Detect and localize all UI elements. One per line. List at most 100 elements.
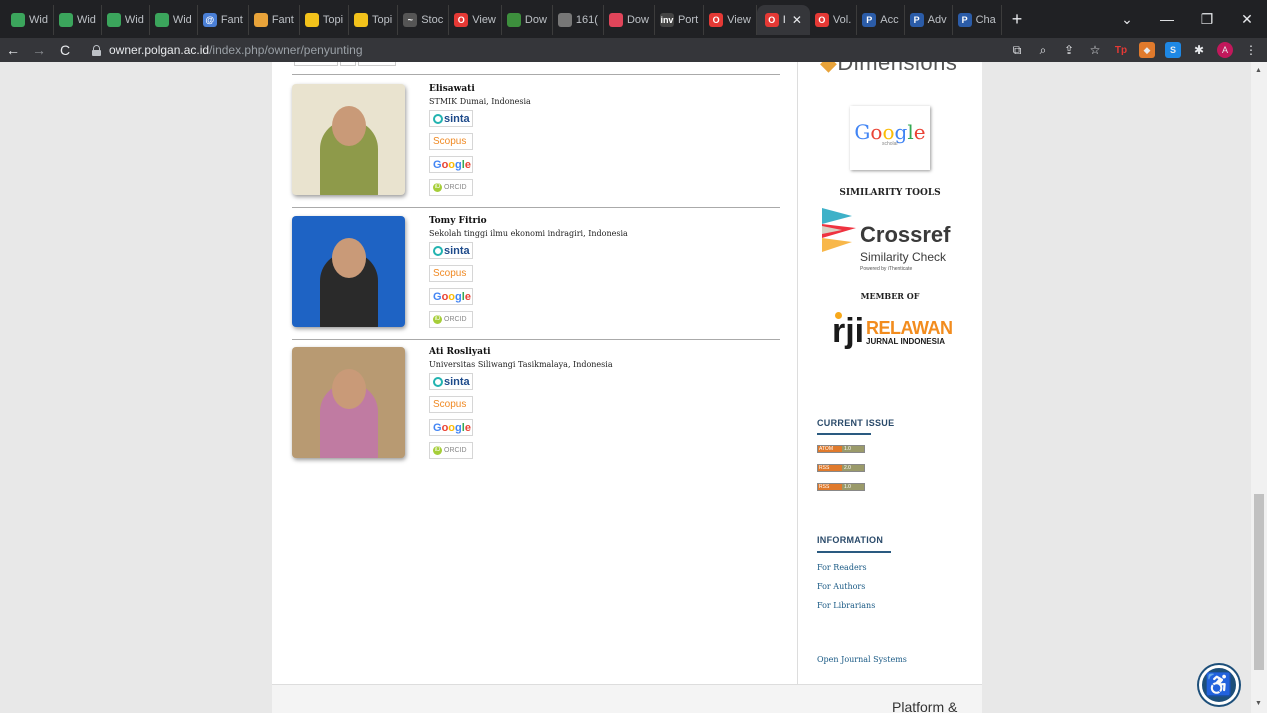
accessibility-icon: ♿ — [1205, 672, 1233, 697]
browser-tab[interactable]: O I ✕ — [756, 5, 810, 35]
feed-version: 1.0 — [842, 484, 864, 490]
vertical-scrollbar[interactable]: ▲ ▼ — [1251, 62, 1267, 713]
tab-favicon-icon — [506, 13, 521, 27]
scopus-badge[interactable]: Scopus — [429, 265, 473, 282]
accessibility-button[interactable]: ♿ — [1199, 665, 1239, 705]
bookmark-star-icon[interactable]: ☆ — [1087, 42, 1103, 58]
current-issue-heading: CURRENT ISSUE — [817, 418, 895, 428]
feed-button[interactable]: ATOM 1.0 — [817, 445, 865, 453]
share-icon[interactable]: ⇪ — [1061, 42, 1077, 58]
scopus-badge[interactable]: Scopus — [429, 396, 473, 413]
new-tab-button[interactable]: + — [1012, 9, 1023, 30]
information-link[interactable]: For Readers — [817, 563, 867, 572]
orcid-label: ORCID — [444, 184, 467, 191]
editor-info: Tomy Fitrio Sekolah tinggi ilmu ekonomi … — [429, 216, 628, 334]
profile-avatar[interactable]: A — [1217, 42, 1233, 58]
translate-icon[interactable]: ⧉ — [1009, 42, 1025, 58]
editor-name: Ati Rosliyati — [429, 347, 491, 357]
tab-favicon-icon: O — [454, 13, 469, 27]
zoom-icon[interactable]: ⌕ — [1035, 42, 1051, 58]
browser-tab[interactable]: O View — [704, 5, 757, 35]
menu-kebab-icon[interactable]: ⋮ — [1243, 42, 1259, 58]
sinta-badge[interactable]: sinta — [429, 110, 473, 127]
orcid-badge[interactable]: iD ORCID — [429, 311, 473, 328]
tab-strip: Wid Wid Wid Wid @ Fant Fant Topi Topi ~ Stoc O View D… — [0, 0, 1267, 38]
editor-name: Tomy Fitrio — [429, 216, 487, 226]
tab-favicon-icon — [154, 13, 169, 27]
close-tab-icon[interactable]: ✕ — [792, 13, 802, 27]
browser-tab[interactable]: ~ Stoc — [398, 5, 450, 35]
orcid-badge[interactable]: iD ORCID — [429, 442, 473, 459]
information-link[interactable]: For Librarians — [817, 601, 875, 610]
browser-tab[interactable]: 161( — [553, 5, 604, 35]
extension-tp-icon[interactable]: Tp — [1113, 42, 1129, 58]
editor-name: Elisawati — [429, 84, 475, 94]
scopus-badge[interactable]: Scopus — [429, 133, 473, 150]
google-scholar-badge[interactable]: Google — [429, 288, 473, 305]
browser-tab[interactable]: @ Fant — [198, 5, 249, 35]
google-scholar-badge[interactable]: Google — [429, 156, 473, 173]
browser-tab[interactable]: Dow — [604, 5, 655, 35]
journal-page: Elisawati STMIK Dumai, Indonesia sinta S… — [272, 62, 982, 713]
restore-button[interactable]: ❐ — [1187, 11, 1227, 28]
editor-photo — [292, 84, 405, 195]
lock-icon — [92, 44, 101, 56]
editor-profile-badges: sinta Scopus Google iD ORCID — [429, 110, 531, 196]
window-controls: ⌄ — ❐ ✕ — [1107, 0, 1267, 38]
google-scholar-badge[interactable]: Google — [429, 419, 473, 436]
close-window-button[interactable]: ✕ — [1227, 11, 1267, 28]
crossref-similarity-logo[interactable]: Crossref Similarity Check Powered by iTh… — [822, 208, 962, 278]
minimize-button[interactable]: — — [1147, 11, 1187, 27]
browser-tab[interactable]: O View — [449, 5, 502, 35]
browser-tab[interactable]: O Vol. — [810, 5, 858, 35]
feed-button[interactable]: RSS 2.0 — [817, 464, 865, 472]
tab-favicon-icon: O — [709, 13, 724, 27]
sinta-logo-icon — [433, 113, 443, 124]
browser-tab[interactable]: P Cha — [953, 5, 1002, 35]
crossref-powered: Powered by iThenticate — [860, 266, 913, 272]
information-link[interactable]: For Authors — [817, 582, 865, 591]
ojs-link[interactable]: Open Journal Systems — [817, 655, 907, 664]
extensions-puzzle-icon[interactable]: ✱ — [1191, 42, 1207, 58]
browser-tab[interactable]: Wid — [150, 5, 198, 35]
browser-tab[interactable]: inv Port — [655, 5, 705, 35]
sinta-badge[interactable]: sinta — [429, 373, 473, 390]
extension-s-icon[interactable]: S — [1165, 42, 1181, 58]
rji-dot-icon — [835, 312, 842, 319]
extension-fox-icon[interactable]: ◆ — [1139, 42, 1155, 58]
browser-tab[interactable]: P Acc — [857, 5, 905, 35]
address-bar[interactable]: owner.polgan.ac.id/index.php/owner/penyu… — [92, 40, 982, 60]
browser-tab[interactable]: Topi — [349, 5, 399, 35]
tab-favicon-icon — [608, 13, 623, 27]
browser-tab[interactable]: Wid — [54, 5, 102, 35]
google-scholar-logo[interactable]: Google scholar — [850, 106, 930, 170]
browser-tab[interactable]: Fant — [249, 5, 300, 35]
orcid-badge[interactable]: iD ORCID — [429, 179, 473, 196]
url-path: /index.php/owner/penyunting — [209, 43, 363, 57]
browser-tab[interactable]: Wid — [6, 5, 54, 35]
photo-face — [332, 106, 366, 146]
tab-label: Fant — [220, 14, 243, 26]
tab-search-icon[interactable]: ⌄ — [1107, 11, 1147, 28]
relawan-jurnal-logo[interactable]: rji RELAWAN JURNAL INDONESIA — [832, 312, 953, 352]
editor-photo — [292, 347, 405, 458]
feed-version: 2.0 — [842, 465, 864, 471]
dimensions-logo[interactable]: ◆Dimensions — [820, 62, 957, 76]
scroll-up-icon[interactable]: ▲ — [1255, 67, 1262, 74]
tab-favicon-icon: O — [814, 13, 829, 27]
back-button[interactable]: ← — [0, 42, 26, 58]
scroll-down-icon[interactable]: ▼ — [1255, 700, 1262, 707]
tab-label: Vol. — [832, 14, 852, 26]
tab-favicon-icon: @ — [202, 13, 217, 27]
orcid-logo-icon: iD — [433, 315, 442, 324]
feed-button[interactable]: RSS 1.0 — [817, 483, 865, 491]
browser-tab[interactable]: Wid — [102, 5, 150, 35]
forward-button[interactable]: → — [26, 42, 52, 58]
browser-tab[interactable]: Dow — [502, 5, 553, 35]
browser-tab[interactable]: Topi — [300, 5, 350, 35]
scrollbar-thumb[interactable] — [1254, 494, 1264, 670]
tab-label: Wid — [124, 14, 144, 26]
sinta-badge[interactable]: sinta — [429, 242, 473, 259]
reload-button[interactable]: C — [52, 42, 78, 58]
browser-tab[interactable]: P Adv — [905, 5, 953, 35]
